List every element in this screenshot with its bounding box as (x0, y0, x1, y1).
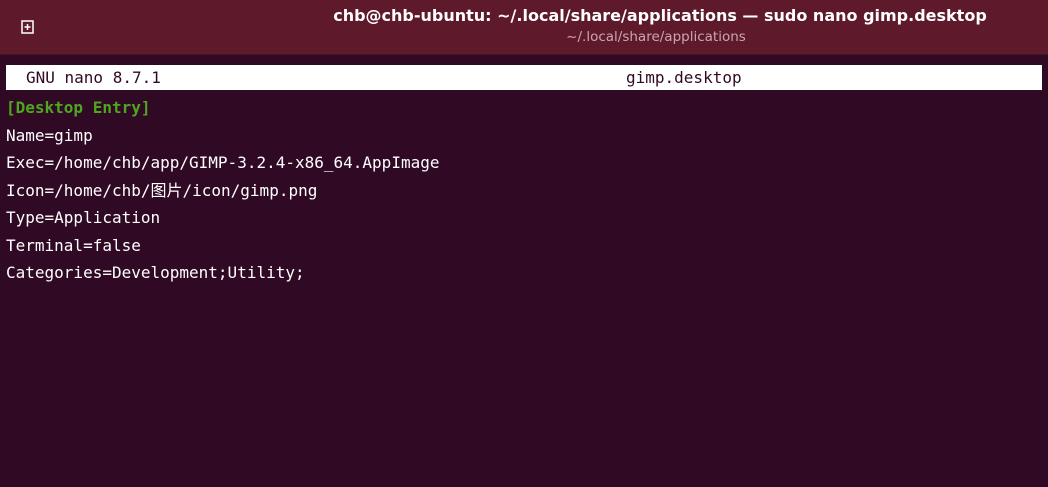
nano-header-bar: GNU nano 8.7.1 gimp.desktop (6, 65, 1042, 90)
editor-line: Type=Application (6, 208, 161, 227)
editor-line: Exec=/home/chb/app/GIMP-3.2.4-x86_64.App… (6, 153, 440, 172)
titlebar: chb@chb-ubuntu: ~/.local/share/applicati… (0, 0, 1048, 55)
new-tab-icon (21, 20, 34, 34)
nano-filename: gimp.desktop (626, 68, 742, 87)
editor-line-section-header: [Desktop Entry] (6, 98, 151, 117)
editor-line: Name=gimp (6, 125, 93, 145)
editor-line: Terminal=false (6, 235, 141, 255)
terminal-window: chb@chb-ubuntu: ~/.local/share/applicati… (0, 0, 1048, 487)
editor-area[interactable]: [Desktop Entry] Name=gimp Exec=/home/chb… (6, 94, 439, 287)
nano-version: GNU nano 8.7.1 (26, 68, 161, 87)
editor-line: Icon=/home/chb/图片/icon/gimp.png (6, 180, 318, 200)
new-tab-button[interactable] (14, 13, 42, 41)
editor-line: Categories=Development;Utility; (6, 263, 305, 282)
window-title: chb@chb-ubuntu: ~/.local/share/applicati… (333, 6, 987, 25)
window-subtitle: ~/.local/share/applications (566, 29, 746, 45)
